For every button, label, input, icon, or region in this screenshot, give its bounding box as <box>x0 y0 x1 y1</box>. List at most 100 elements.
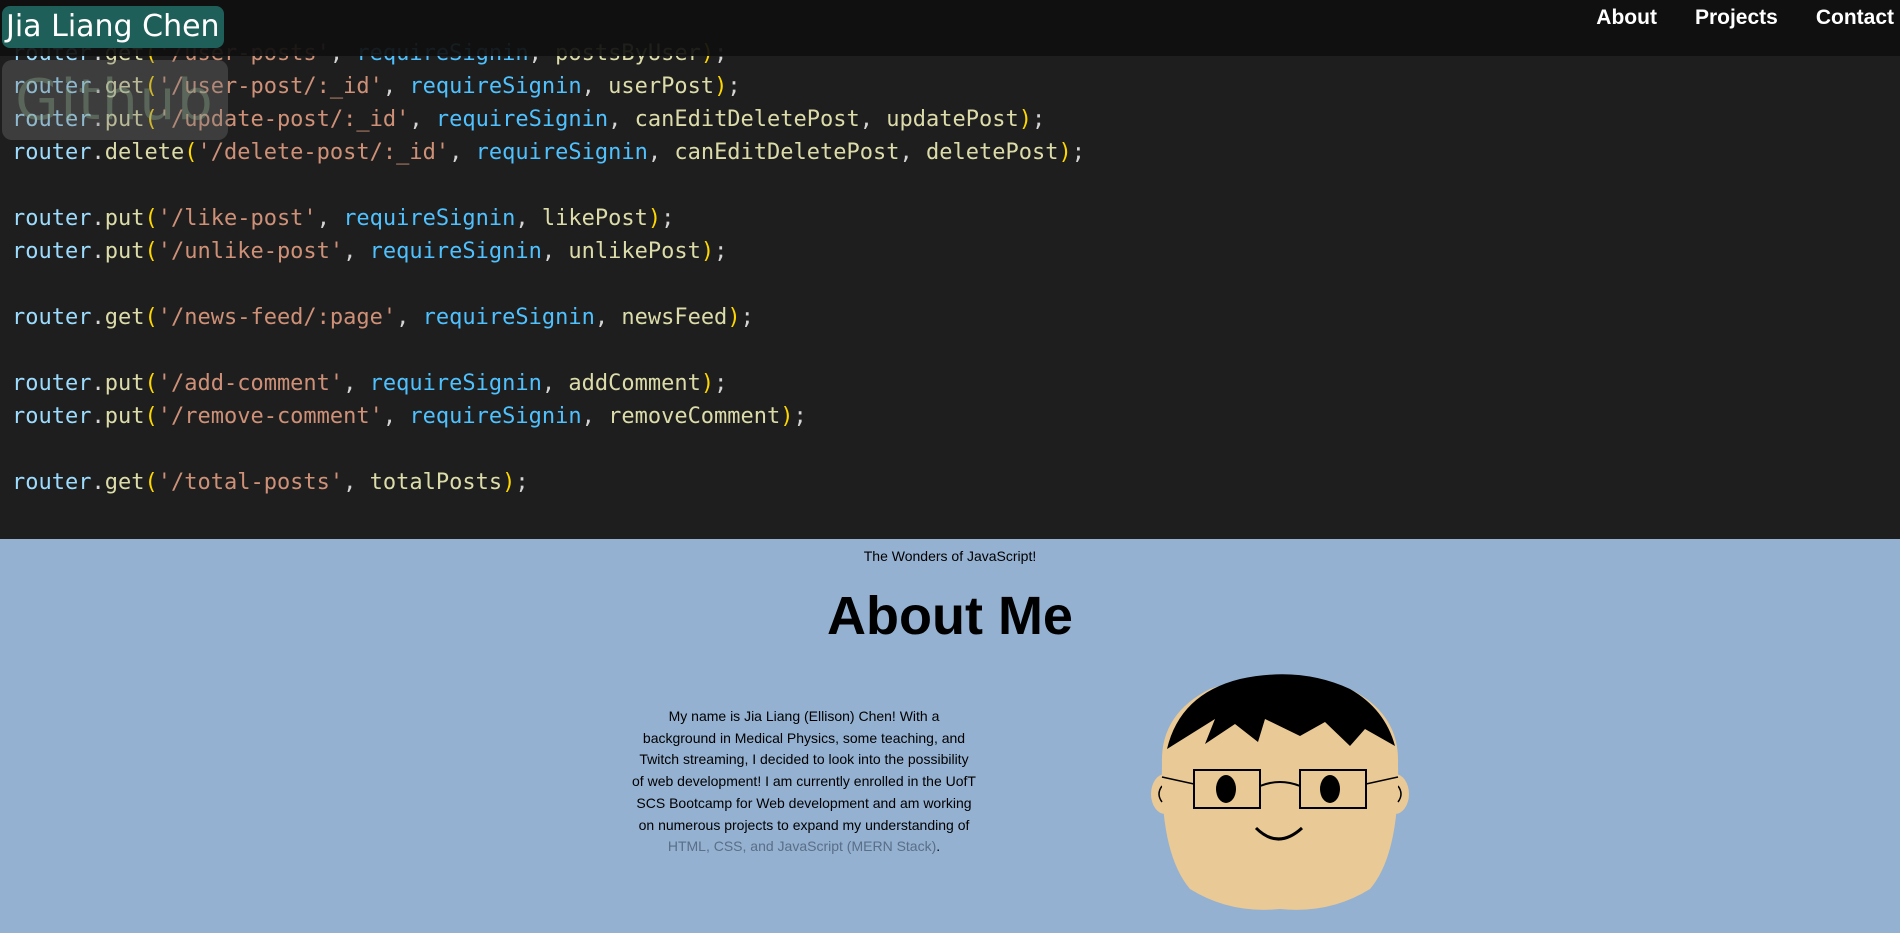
code-token: likePost <box>541 206 648 231</box>
code-line: router.put('/like-post', requireSignin, … <box>12 202 1085 235</box>
code-token: ; <box>515 470 529 495</box>
about-heading: About Me <box>827 586 1073 646</box>
code-token: . <box>91 140 105 165</box>
code-token: updatePost <box>886 107 1019 132</box>
code-line: router.delete('/delete-post/:_id', requi… <box>12 136 1085 169</box>
code-line: router.put('/unlike-post', requireSignin… <box>12 235 1085 268</box>
code-token: '/add-comment' <box>157 371 344 396</box>
code-token: '/delete-post/:_id' <box>197 140 450 165</box>
code-token: ( <box>184 140 198 165</box>
code-token: addComment <box>568 371 701 396</box>
code-token: requireSignin <box>369 371 542 396</box>
avatar-illustration <box>1151 674 1409 910</box>
code-token: newsFeed <box>621 305 728 330</box>
code-token: , <box>396 305 423 330</box>
code-token: requireSignin <box>343 206 516 231</box>
code-line: router.get('/news-feed/:page', requireSi… <box>12 301 1085 334</box>
code-token: . <box>91 206 105 231</box>
code-token: requireSignin <box>409 74 582 99</box>
nav-contact-link[interactable]: Contact <box>1812 6 1898 30</box>
code-token: put <box>104 239 145 264</box>
code-token: ) <box>727 305 741 330</box>
code-token: , <box>541 371 569 396</box>
code-token: unlikePost <box>568 239 701 264</box>
code-token: , <box>409 107 436 132</box>
code-token: ; <box>714 371 728 396</box>
code-token: ) <box>714 74 728 99</box>
code-token: put <box>104 371 145 396</box>
code-token: canEditDeletePost <box>634 107 860 132</box>
code-token: '/like-post' <box>157 206 317 231</box>
code-token: router <box>12 239 92 264</box>
code-token: requireSignin <box>422 305 595 330</box>
code-token: ) <box>700 239 715 264</box>
code-token: ( <box>144 305 158 330</box>
code-token: . <box>91 305 105 330</box>
brand-link[interactable]: Jia Liang Chen <box>2 6 224 48</box>
code-token: requireSignin <box>475 140 648 165</box>
code-token: totalPosts <box>369 470 503 495</box>
code-token: requireSignin <box>409 404 582 429</box>
code-token: ) <box>1018 107 1032 132</box>
bio-tech-link[interactable]: HTML, CSS, and JavaScript (MERN Stack) <box>668 838 936 854</box>
code-token: requireSignin <box>369 239 542 264</box>
hero-caption: The Wonders of JavaScript! <box>863 548 1037 564</box>
code-token: , <box>859 107 887 132</box>
right-eye <box>1320 775 1340 803</box>
code-token: , <box>581 404 609 429</box>
code-token: , <box>594 305 622 330</box>
code-token: router <box>12 206 92 231</box>
code-token: router <box>12 404 92 429</box>
code-hero-image: router.get('/user-posts', requireSignin,… <box>0 0 1900 539</box>
navbar: Jia Liang Chen About Projects Contact <box>0 0 1900 56</box>
code-token: . <box>91 371 105 396</box>
code-token: ; <box>727 74 741 99</box>
code-token: , <box>581 74 609 99</box>
code-token: ; <box>661 206 675 231</box>
code-line: router.put('/add-comment', requireSignin… <box>12 367 1085 400</box>
code-token: '/remove-comment' <box>157 404 383 429</box>
code-token: ) <box>1058 140 1072 165</box>
code-token: ) <box>502 470 516 495</box>
code-token: router <box>12 305 92 330</box>
code-token: put <box>104 206 145 231</box>
left-eye <box>1216 775 1236 803</box>
code-token: , <box>647 140 675 165</box>
code-token: '/news-feed/:page' <box>157 305 397 330</box>
code-token: ; <box>714 239 728 264</box>
code-token: ( <box>144 404 158 429</box>
code-token: , <box>382 404 410 429</box>
code-token: ( <box>144 206 158 231</box>
code-token: ) <box>780 404 794 429</box>
github-button[interactable]: Github <box>2 60 228 140</box>
code-token: get <box>104 305 145 330</box>
code-token: ) <box>647 206 662 231</box>
code-token: ; <box>740 305 754 330</box>
code-line: router.get('/total-posts', totalPosts); <box>12 466 1085 499</box>
code-token: router <box>12 470 92 495</box>
code-token: '/total-posts' <box>157 470 344 495</box>
code-token: , <box>449 140 476 165</box>
code-token: ; <box>1031 107 1046 132</box>
bio-text: My name is Jia Liang (Ellison) Chen! Wit… <box>632 708 976 833</box>
bio-end: . <box>936 838 941 855</box>
code-token: put <box>104 404 145 429</box>
code-token: . <box>91 404 105 429</box>
code-token: ( <box>144 371 158 396</box>
code-token: , <box>515 206 542 231</box>
code-token: . <box>91 239 105 264</box>
code-token: . <box>91 470 105 495</box>
code-token: , <box>316 206 344 231</box>
nav-about-link[interactable]: About <box>1592 6 1661 30</box>
github-label: Github <box>15 67 215 133</box>
nav-projects-link[interactable]: Projects <box>1691 6 1782 30</box>
code-token: router <box>12 140 92 165</box>
nav-links: About Projects Contact <box>1592 6 1900 30</box>
code-token: ( <box>144 470 158 495</box>
code-token: , <box>541 239 569 264</box>
code-token: ; <box>793 404 807 429</box>
code-token: , <box>343 239 370 264</box>
